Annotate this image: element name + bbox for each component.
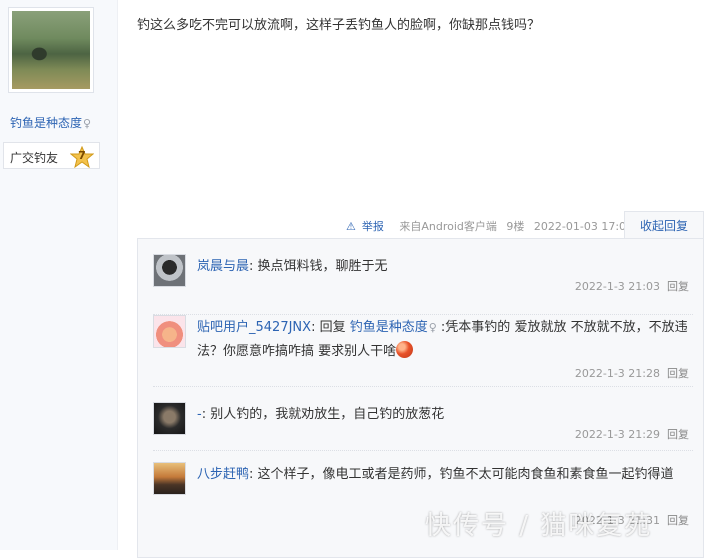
list-item: 贴吧用户_5427JNX: 回复 钓鱼是种态度♀ :凭本事钓的 爱放就放 不放就… — [153, 315, 693, 387]
post-time: 2022-01-03 17:07 — [533, 220, 634, 233]
female-gender-icon: ♀ — [83, 117, 92, 130]
reply-button[interactable]: 回复 — [667, 367, 689, 380]
fan-badge[interactable]: 广交钓友 7 — [3, 142, 100, 169]
reply-prefix: : 回复 — [311, 320, 350, 335]
reply-username[interactable]: 岚晨与晨 — [197, 259, 249, 274]
reply-username[interactable]: 八步赶鸭 — [197, 467, 249, 482]
reply-text: : 这个样子，像电工或者是药师，钓鱼不太可能肉食鱼和素食鱼一起钓得道 — [249, 467, 674, 482]
badge-level-number: 7 — [78, 149, 86, 162]
reply-button[interactable]: 回复 — [667, 280, 689, 293]
reply-meta: 2022-1-3 21:29 回复 — [575, 426, 689, 442]
collapse-reply-button[interactable]: 收起回复 — [624, 211, 704, 239]
reply-text: : 换点饵料钱，聊胜于无 — [249, 259, 388, 274]
author-avatar[interactable] — [8, 7, 94, 93]
author-username-text[interactable]: 钓鱼是种态度 — [10, 116, 82, 130]
reply-body: 八步赶鸭: 这个样子，像电工或者是药师，钓鱼不太可能肉食鱼和素食鱼一起钓得道 — [197, 463, 689, 487]
reply-time: 2022-1-3 21:28 — [574, 367, 660, 380]
report-link[interactable]: ⚠ 举报 — [346, 220, 390, 233]
female-gender-icon: ♀ — [428, 321, 437, 334]
list-item: -: 别人钓的，我就劝放生，自己钓的放葱花 2022-1-3 21:29 回复 — [153, 402, 693, 451]
avatar[interactable] — [153, 402, 186, 435]
reply-body: -: 别人钓的，我就劝放生，自己钓的放葱花 — [197, 403, 689, 427]
reply-mention[interactable]: 钓鱼是种态度 — [350, 320, 428, 335]
reply-username[interactable]: 贴吧用户_5427JNX — [197, 320, 311, 335]
author-username[interactable]: 钓鱼是种态度♀ — [10, 114, 91, 131]
tomato-emoji-icon — [396, 341, 414, 358]
watermark: 快传号 / 猫咪复苑 — [425, 511, 653, 541]
post-tail: ⚠ 举报 来自Android客户端 9楼 2022-01-03 17:07 — [346, 218, 639, 234]
post-content: 钓这么多吃不完可以放流啊，这样子丢钓鱼人的脸啊，你缺那点钱吗？ — [137, 18, 541, 33]
reply-meta: 2022-1-3 21:28 回复 — [575, 365, 689, 381]
badge-label: 广交钓友 — [10, 151, 59, 165]
avatar[interactable] — [153, 254, 186, 287]
reply-time: 2022-1-3 21:29 — [574, 428, 660, 441]
reply-button[interactable]: 回复 — [667, 428, 689, 441]
report-label[interactable]: 举报 — [362, 220, 384, 233]
list-item: 岚晨与晨: 换点饵料钱，聊胜于无 2022-1-3 21:03 回复 — [153, 254, 693, 315]
reply-body: 贴吧用户_5427JNX: 回复 钓鱼是种态度♀ :凭本事钓的 爱放就放 不放就… — [197, 316, 689, 364]
reply-text: : 别人钓的，我就劝放生，自己钓的放葱花 — [201, 407, 445, 422]
author-sidebar: 钓鱼是种态度♀ 广交钓友 7 — [0, 0, 118, 550]
reply-button[interactable]: 回复 — [667, 514, 689, 527]
reply-time: 2022-1-3 21:03 — [574, 280, 660, 293]
reply-meta: 2022-1-3 21:03 回复 — [575, 278, 689, 294]
post-floor: 9楼 — [506, 220, 525, 233]
avatar[interactable] — [153, 315, 186, 348]
post-source: 来自Android客户端 — [399, 220, 497, 233]
warning-icon: ⚠ — [346, 220, 356, 233]
avatar[interactable] — [153, 462, 186, 495]
badge-level-icon: 7 — [70, 146, 94, 168]
reply-body: 岚晨与晨: 换点饵料钱，聊胜于无 — [197, 255, 689, 279]
author-avatar-image — [12, 11, 90, 89]
